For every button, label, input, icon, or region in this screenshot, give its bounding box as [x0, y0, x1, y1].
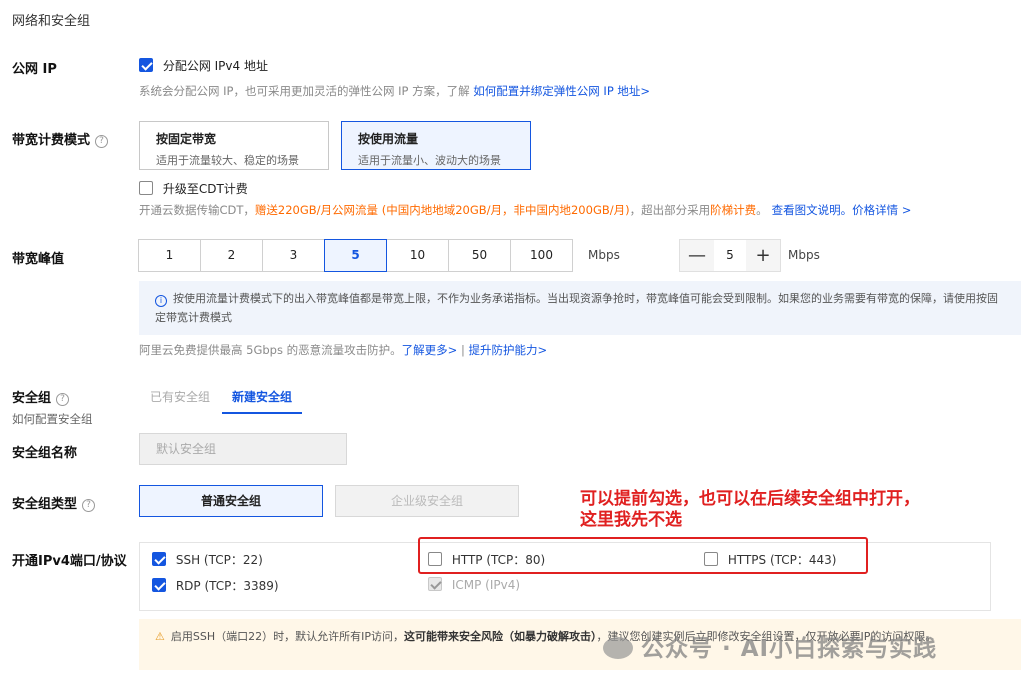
assign-ipv4-label: 分配公网 IPv4 地址 [162, 59, 268, 73]
watermark-text: 公众号 · AI小白探索与实践 [641, 636, 938, 662]
checkbox-disabled-icon [428, 577, 442, 591]
port-ssh-label: SSH (TCP：22) [175, 553, 263, 567]
bandwidth-label: 带宽峰值 [12, 252, 65, 267]
bandwidth-option[interactable]: 1 [138, 239, 201, 272]
ddos-desc: 阿里云免费提供最高 5Gbps 的恶意流量攻击防护。了解更多> | 提升防护能力… [139, 342, 547, 358]
cdt-label: 升级至CDT计费 [162, 182, 248, 196]
minus-button[interactable]: — [680, 240, 714, 271]
cdt-docs-link[interactable]: 查看图文说明。价格详情 > [772, 203, 912, 217]
bandwidth-option-selected[interactable]: 5 [324, 239, 387, 272]
checkbox-checked-icon[interactable] [139, 58, 153, 72]
security-group-label: 安全组? [12, 387, 70, 406]
sg-name-input[interactable]: 默认安全组 [139, 433, 347, 465]
billing-fixed-title: 按固定带宽 [156, 132, 217, 146]
plus-button[interactable]: + [746, 240, 780, 271]
cdt-checkbox[interactable]: 升级至CDT计费 [139, 180, 248, 197]
help-icon[interactable]: ? [56, 393, 70, 406]
how-to-config-sg-link[interactable]: 如何配置安全组 [12, 411, 93, 427]
bandwidth-stepper: — 5 + [679, 239, 781, 272]
annotation-text: 可以提前勾选，也可以在后续安全组中打开， 这里我先不选 [580, 489, 920, 531]
billing-traffic-card[interactable]: 按使用流量 适用于流量小、波动大的场景 [341, 121, 531, 170]
improve-protection-link[interactable]: 提升防护能力> [468, 343, 547, 357]
watermark: 公众号 · AI小白探索与实践 [603, 629, 937, 663]
billing-fixed-desc: 适用于流量较大、稳定的场景 [156, 154, 299, 167]
info-icon: i [155, 295, 167, 307]
cdt-desc: 开通云数据传输CDT，赠送220GB/月公网流量 (中国内地地域20GB/月，非… [139, 202, 911, 218]
warning-text-1: 启用SSH（端口22）时，默认允许所有IP访问， [170, 630, 404, 643]
checkbox-checked-icon[interactable] [152, 578, 166, 592]
assign-ipv4-checkbox[interactable]: 分配公网 IPv4 地址 [139, 57, 268, 74]
billing-traffic-desc: 适用于流量小、波动大的场景 [358, 154, 501, 167]
sg-type-label: 安全组类型? [12, 493, 96, 512]
bandwidth-option[interactable]: 100 [510, 239, 573, 272]
learn-more-link[interactable]: 了解更多> [402, 343, 458, 357]
tab-existing-sg[interactable]: 已有安全组 [150, 388, 210, 405]
bandwidth-info-text: 按使用流量计费模式下的出入带宽峰值都是带宽上限，不作为业务承诺指标。当出现资源争… [155, 292, 998, 324]
billing-fixed-card[interactable]: 按固定带宽 适用于流量较大、稳定的场景 [139, 121, 329, 170]
port-icmp-checkbox: ICMP (IPv4) [428, 577, 520, 592]
bandwidth-option[interactable]: 10 [386, 239, 449, 272]
port-ssh-checkbox[interactable]: SSH (TCP：22) [152, 551, 263, 568]
annotation-line-2: 这里我先不选 [580, 510, 682, 530]
help-icon[interactable]: ? [95, 135, 109, 148]
billing-mode-label: 带宽计费模式? [12, 129, 109, 148]
warning-icon: ⚠ [155, 630, 165, 643]
cdt-desc-text-3: 。 [756, 203, 768, 217]
warning-text-bold: 这可能带来安全风险（如暴力破解攻击） [404, 630, 597, 643]
sg-type-label-text: 安全组类型 [12, 497, 78, 512]
public-ip-label: 公网 IP [12, 62, 57, 77]
cdt-free-traffic-text: 赠送220GB/月公网流量 (中国内地地域20GB/月，非中国内地200GB/月… [254, 203, 630, 217]
bandwidth-option[interactable]: 2 [200, 239, 263, 272]
bandwidth-stepper-input[interactable]: 5 [714, 240, 746, 271]
bandwidth-option[interactable]: 3 [262, 239, 325, 272]
wechat-icon [603, 637, 633, 659]
eip-config-link[interactable]: 如何配置并绑定弹性公网 IP 地址> [473, 84, 650, 98]
cdt-desc-text-2: ，超出部分采用 [629, 203, 711, 217]
public-ip-desc-text: 系统会分配公网 IP，也可采用更加灵活的弹性公网 IP 方案，了解 [139, 84, 470, 98]
stepper-unit: Mbps [788, 248, 820, 262]
bandwidth-unit: Mbps [588, 248, 620, 262]
bandwidth-option[interactable]: 50 [448, 239, 511, 272]
bandwidth-info-box: i 按使用流量计费模式下的出入带宽峰值都是带宽上限，不作为业务承诺指标。当出现资源… [139, 281, 1021, 335]
billing-mode-label-text: 带宽计费模式 [12, 133, 91, 148]
ports-label: 开通IPv4端口/协议 [12, 554, 127, 569]
annotation-line-1: 可以提前勾选，也可以在后续安全组中打开， [580, 489, 920, 509]
section-title: 网络和安全组 [12, 14, 91, 29]
sg-type-enterprise-button[interactable]: 企业级安全组 [335, 485, 519, 517]
ddos-text: 阿里云免费提供最高 5Gbps 的恶意流量攻击防护。 [139, 343, 402, 357]
port-rdp-checkbox[interactable]: RDP (TCP：3389) [152, 577, 279, 594]
port-icmp-label: ICMP (IPv4) [451, 578, 521, 592]
link-separator: | [460, 343, 465, 357]
tiered-billing-text: 阶梯计费 [710, 203, 757, 217]
annotation-highlight-box [418, 537, 868, 574]
port-rdp-label: RDP (TCP：3389) [175, 579, 279, 593]
sg-type-normal-button[interactable]: 普通安全组 [139, 485, 323, 517]
cdt-desc-text: 开通云数据传输CDT， [139, 203, 255, 217]
sg-name-label: 安全组名称 [12, 446, 78, 461]
help-icon[interactable]: ? [82, 499, 96, 512]
bandwidth-options: 1 2 3 5 10 50 100 [138, 239, 573, 272]
checkbox-checked-icon[interactable] [152, 552, 166, 566]
public-ip-desc: 系统会分配公网 IP，也可采用更加灵活的弹性公网 IP 方案，了解 如何配置并绑… [139, 83, 650, 99]
tab-new-sg[interactable]: 新建安全组 [222, 388, 303, 414]
security-group-label-text: 安全组 [12, 391, 52, 406]
billing-traffic-title: 按使用流量 [358, 132, 419, 146]
checkbox-unchecked-icon[interactable] [139, 181, 153, 195]
